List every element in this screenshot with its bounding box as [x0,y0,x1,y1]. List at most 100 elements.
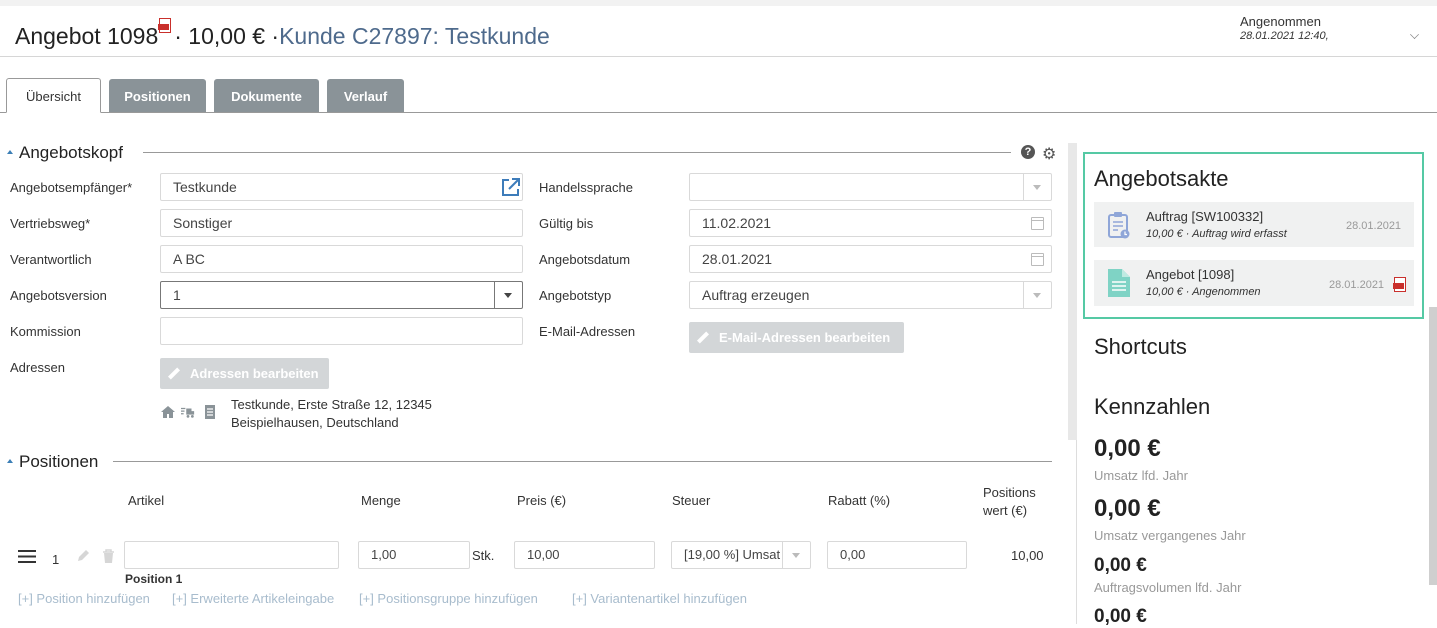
kennzahlen-heading: Kennzahlen [1094,394,1211,419]
gueltig-bis-date-input[interactable]: 11.02.2021 [689,209,1052,237]
caret-down-icon [504,293,512,298]
panel-border [1076,440,1077,624]
caret-down-icon [1033,185,1041,190]
section-angebotskopf[interactable]: Angebotskopf [7,143,123,163]
page-title: Angebot 1098 · 10,00 € ·Kunde C27897: Tes… [15,18,550,50]
artikel-input[interactable] [124,541,339,569]
sidebar-scrollbar[interactable] [1429,307,1437,585]
positionswert-value: 10,00 [1011,548,1044,563]
kpi-value: 0,00 € [1094,606,1147,627]
tab-positionen[interactable]: Positionen [109,79,206,112]
doc-item-auftrag[interactable]: Auftrag [SW100332] 10,00 € · Auftrag wir… [1094,202,1414,247]
preis-input[interactable]: 10,00 [514,541,655,569]
doc-subtitle: 10,00 € · Angenommen [1146,286,1261,298]
col-rabatt: Rabatt (%) [828,493,891,508]
invoice-icon [205,405,215,419]
rabatt-input[interactable]: 0,00 [827,541,967,569]
col-artikel: Artikel [128,493,165,508]
email-adressen-bearbeiten-button[interactable]: E-Mail-Adressen bearbeiten [689,322,904,353]
row-number: 1 [52,552,60,567]
angebotsversion-select[interactable]: 1 [160,281,523,309]
kpi-value: 0,00 € [1094,435,1161,462]
divider [143,152,1011,153]
panel-splitter[interactable] [1068,143,1077,440]
label-gueltig-bis: Gültig bis [539,216,594,231]
angebotsdatum-date-input[interactable]: 28.01.2021 [689,245,1052,273]
position-name: Position 1 [125,572,183,586]
select-toggle[interactable] [1023,282,1051,308]
label-vertriebsweg: Vertriebsweg* [10,216,91,231]
caret-down-icon [1033,293,1041,298]
label-angebotsversion: Angebotsversion [10,288,107,303]
collapse-icon [7,459,13,463]
status-text: Angenommen [1240,14,1321,29]
add-variantenartikel-link[interactable]: [+] Variantenartikel hinzufügen [572,591,747,606]
doc-item-angebot[interactable]: Angebot [1098] 10,00 € · Angenommen 28.0… [1094,260,1414,306]
external-link-icon[interactable] [500,177,521,198]
pencil-icon [167,367,181,380]
kpi-value: 0,00 € [1094,555,1147,576]
label-handelssprache: Handelssprache [539,180,633,195]
trash-icon[interactable] [102,549,115,563]
title-amount: · 10,00 € · [174,23,280,49]
steuer-select[interactable]: [19,00 %] Umsat [671,541,811,569]
help-icon[interactable]: ? [1021,145,1035,159]
angebotstyp-select[interactable]: Auftrag erzeugen [689,281,1052,309]
page-header: Angebot 1098 · 10,00 € ·Kunde C27897: Tes… [0,6,1437,57]
vertriebsweg-input[interactable]: Sonstiger [160,209,523,237]
gear-icon[interactable]: ⚙ [1042,144,1056,164]
pencil-icon [696,331,710,344]
unit-label: Stk. [472,548,495,563]
clipboard-icon [1108,212,1130,239]
add-erweiterte-artikeleingabe-link[interactable]: [+] Erweiterte Artikeleingabe [172,591,334,606]
section-positionen[interactable]: Positionen [7,452,98,472]
label-angebotsdatum: Angebotsdatum [539,252,631,267]
kpi-label: Umsatz lfd. Jahr [1094,468,1188,483]
adressen-bearbeiten-button[interactable]: Adressen bearbeiten [160,358,329,389]
doc-date: 28.01.2021 [1346,220,1402,232]
kpi-label: Auftragsvolumen lfd. Jahr [1094,580,1242,595]
tab-bar: Übersicht Positionen Dokumente Verlauf [0,78,1437,113]
handelssprache-select[interactable] [689,173,1052,201]
pdf-icon[interactable] [1393,277,1407,293]
col-positionswert: Positions wert (€) [983,485,1036,518]
home-icon [161,406,175,418]
label-angebotsempfaenger: Angebotsempfänger* [10,180,133,195]
select-toggle[interactable] [494,282,522,308]
angebotsakte-heading: Angebotsakte [1094,166,1229,191]
doc-title: Angebot [1098] [1146,267,1235,282]
title-prefix: Angebot 1098 [15,23,159,49]
label-angebotstyp: Angebotstyp [539,288,612,303]
drag-handle-icon[interactable] [18,550,36,563]
col-menge: Menge [361,493,401,508]
calendar-icon[interactable] [1031,217,1044,230]
add-position-link[interactable]: [+] Position hinzufügen [18,591,150,606]
select-toggle[interactable] [1023,174,1051,200]
collapse-icon [7,150,13,154]
kpi-value: 0,00 € [1094,495,1161,522]
add-positionsgruppe-link[interactable]: [+] Positionsgruppe hinzufügen [359,591,538,606]
label-kommission: Kommission [10,324,81,339]
label-adressen: Adressen [10,360,65,375]
kommission-input[interactable] [160,317,523,345]
verantwortlich-input[interactable]: A BC [160,245,523,273]
tab-dokumente[interactable]: Dokumente [214,79,319,112]
select-toggle[interactable] [782,542,810,568]
angebotsempfaenger-input[interactable]: Testkunde [160,173,523,201]
delivery-truck-icon [181,407,195,418]
calendar-icon[interactable] [1031,253,1044,266]
customer-link[interactable]: Kunde C27897: Testkunde [279,23,550,49]
menge-input[interactable]: 1,00 [358,541,470,569]
col-preis: Preis (€) [517,493,567,508]
shortcuts-heading: Shortcuts [1094,334,1187,359]
tab-verlauf[interactable]: Verlauf [327,79,404,112]
label-email-adressen: E-Mail-Adressen [539,324,636,339]
address-text: Testkunde, Erste Straße 12, 12345 Beispi… [231,397,432,430]
kpi-label: Umsatz vergangenes Jahr [1094,528,1246,543]
tab-uebersicht[interactable]: Übersicht [6,78,101,113]
chevron-down-icon[interactable] [1410,30,1419,39]
edit-icon[interactable] [76,549,90,563]
divider [113,461,1052,462]
pdf-icon[interactable] [158,18,172,34]
status-date: 28.01.2021 12:40, [1240,30,1329,42]
